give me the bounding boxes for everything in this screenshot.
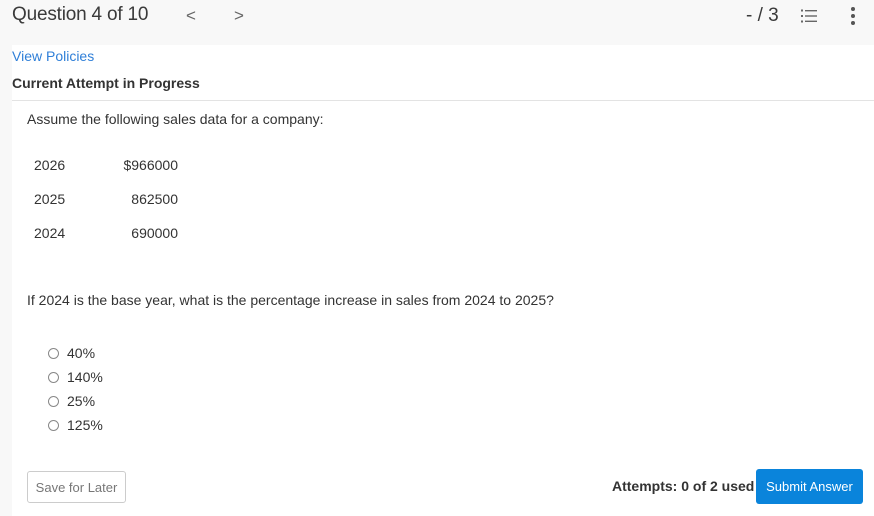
sales-year: 2024 <box>34 225 66 241</box>
answer-option[interactable]: 140% <box>48 365 103 389</box>
option-label: 125% <box>67 417 103 433</box>
answer-option[interactable]: 25% <box>48 389 103 413</box>
option-label: 140% <box>67 369 103 385</box>
radio-button[interactable] <box>48 395 59 407</box>
chevron-right-icon[interactable]: > <box>234 6 244 26</box>
sales-year: 2025 <box>34 191 66 207</box>
answer-option[interactable]: 40% <box>48 341 103 365</box>
attempt-status: Current Attempt in Progress <box>12 75 200 91</box>
question-text: If 2024 is the base year, what is the pe… <box>27 292 554 308</box>
radio-button[interactable] <box>48 419 59 431</box>
save-for-later-button[interactable]: Save for Later <box>27 471 126 503</box>
divider <box>12 100 874 101</box>
question-prompt: Assume the following sales data for a co… <box>27 111 324 127</box>
chevron-left-icon[interactable]: < <box>186 6 196 26</box>
sales-amount: 690000 <box>131 225 178 241</box>
numbered-list-icon[interactable] <box>801 9 817 23</box>
view-policies-link[interactable]: View Policies <box>12 48 94 64</box>
question-header: Question 4 of 10 < > - / 3 <box>0 0 874 45</box>
attempts-counter: Attempts: 0 of 2 used <box>612 478 755 494</box>
option-label: 40% <box>67 345 96 361</box>
sales-year: 2026 <box>34 157 66 173</box>
answer-option[interactable]: 125% <box>48 413 103 437</box>
sales-amount: $966000 <box>123 157 178 173</box>
more-vertical-icon[interactable] <box>851 7 855 25</box>
option-label: 25% <box>67 393 96 409</box>
answer-options: 40% 140% 25% 125% <box>48 341 103 437</box>
question-panel: View Policies Current Attempt in Progres… <box>12 45 874 516</box>
sales-amount: 862500 <box>131 191 178 207</box>
radio-button[interactable] <box>48 371 59 383</box>
score-display: - / 3 <box>746 5 779 26</box>
question-counter: Question 4 of 10 <box>12 4 149 25</box>
submit-answer-button[interactable]: Submit Answer <box>756 469 863 504</box>
radio-button[interactable] <box>48 347 59 359</box>
